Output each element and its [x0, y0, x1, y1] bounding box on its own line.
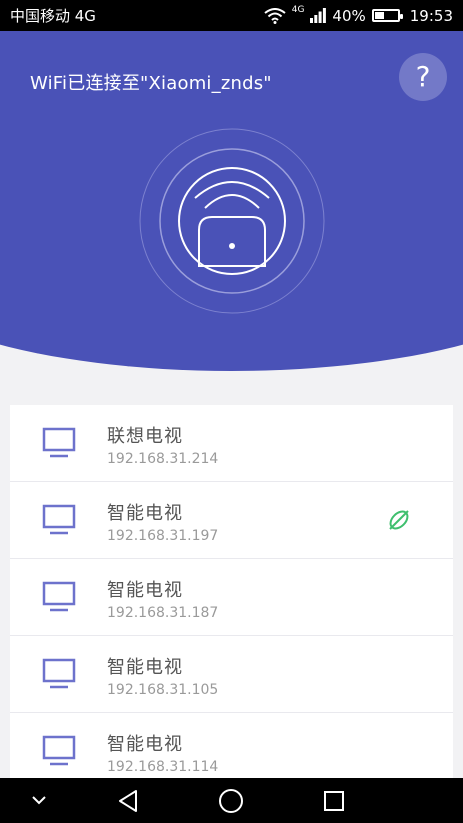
help-button[interactable]: ?	[399, 53, 447, 101]
help-icon: ?	[415, 60, 431, 93]
device-list: 联想电视 192.168.31.214 智能电视 192.168.31.197 …	[10, 405, 453, 790]
hide-nav-button[interactable]	[22, 778, 56, 823]
battery-icon	[371, 9, 403, 22]
carrier-label: 中国移动 4G	[10, 7, 96, 25]
device-item[interactable]: 智能电视 192.168.31.187	[10, 559, 453, 636]
tv-icon	[42, 581, 76, 612]
device-name: 智能电视	[107, 503, 183, 524]
device-ip: 192.168.31.105	[107, 682, 219, 698]
tv-icon	[42, 427, 76, 458]
chevron-down-icon	[32, 796, 46, 805]
device-ip: 192.168.31.214	[107, 451, 219, 467]
device-name: 智能电视	[107, 657, 183, 678]
system-nav-bar	[0, 778, 463, 823]
back-triangle-icon	[119, 789, 137, 812]
tv-icon	[42, 658, 76, 689]
home-button[interactable]	[209, 778, 253, 823]
tv-icon	[42, 504, 76, 535]
device-name: 联想电视	[107, 426, 183, 447]
wifi-router-icon	[139, 128, 325, 314]
device-item[interactable]: 智能电视 192.168.31.105	[10, 636, 453, 713]
connection-header: WiFi已连接至"Xiaomi_znds" ?	[0, 31, 463, 391]
battery-percent: 40%	[332, 6, 366, 25]
device-ip: 192.168.31.114	[107, 759, 219, 775]
device-name: 智能电视	[107, 734, 183, 755]
status-bar: 中国移动 4G 4G 40% 19:53	[0, 0, 463, 31]
tv-icon	[42, 735, 76, 766]
device-name: 智能电视	[107, 580, 183, 601]
recents-square-icon	[324, 790, 344, 811]
device-item[interactable]: 联想电视 192.168.31.214	[10, 405, 453, 482]
recents-button[interactable]	[312, 778, 356, 823]
connected-link-icon[interactable]	[385, 506, 413, 534]
device-ip: 192.168.31.187	[107, 605, 219, 621]
wifi-connected-title: WiFi已连接至"Xiaomi_znds"	[30, 73, 272, 94]
back-button[interactable]	[106, 778, 150, 823]
device-ip: 192.168.31.197	[107, 528, 219, 544]
device-item[interactable]: 智能电视 192.168.31.197	[10, 482, 453, 559]
clock: 19:53	[409, 6, 453, 25]
home-circle-icon	[219, 788, 243, 813]
network-type-badge: 4G	[291, 4, 305, 15]
cell-signal-icon	[310, 8, 327, 23]
wifi-signal-icon	[264, 7, 286, 24]
